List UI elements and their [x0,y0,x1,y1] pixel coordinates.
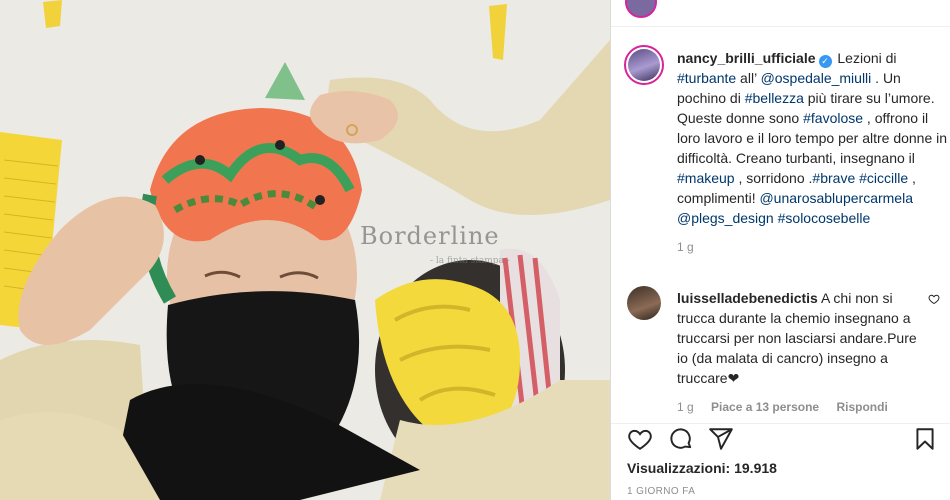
comment-likes[interactable]: Piace a 13 persone [711,400,819,414]
comments-area[interactable]: nancy_brilli_ufficiale ✓ Lezioni di #turb… [611,27,950,423]
caption-segment: all’ [736,70,761,86]
comment-age[interactable]: 1 g [677,400,694,414]
comment-like-heart-icon[interactable] [928,293,940,305]
bookmark-icon[interactable] [912,426,938,452]
comment-row: luisselladebenedictis A chi non si trucc… [611,284,950,414]
watermark-text: Borderline [360,222,500,250]
views-value: 19.918 [734,460,777,476]
caption-age[interactable]: 1 g [677,240,694,254]
caption-link[interactable]: #brave [812,170,855,186]
caption-link[interactable]: #ciccille [859,170,908,186]
caption-link[interactable]: @ospedale_miulli [761,70,872,86]
author-username[interactable]: nancy_brilli_ufficiale [677,50,816,66]
caption-link[interactable]: @plegs_design [677,210,774,226]
commenter-username[interactable]: luisselladebenedictis [677,290,818,306]
commenter-avatar[interactable] [627,286,661,320]
author-avatar[interactable] [624,45,664,85]
comment-icon[interactable] [668,426,694,452]
paper-plane-icon[interactable] [708,426,734,452]
caption-link[interactable]: #solocosebelle [778,210,871,226]
post-video[interactable]: Borderline - la finta stampa - [0,0,610,500]
caption-meta: 1 g [677,240,931,254]
action-bar: Visualizzazioni: 19.918 1 GIORNO FA [611,423,950,500]
header-avatar[interactable] [625,0,657,18]
caption-link[interactable]: #turbante [677,70,736,86]
watermark-subtext: - la finta stampa - [430,256,510,266]
caption-segment: Lezioni di [833,50,897,66]
caption-text: nancy_brilli_ufficiale ✓ Lezioni di #turb… [677,27,950,228]
header-strip [611,0,950,27]
instagram-post-view: Borderline - la finta stampa - nancy_bri… [0,0,950,500]
comment-meta: 1 g Piace a 13 persone Rispondi [611,400,950,414]
post-date[interactable]: 1 GIORNO FA [627,486,695,497]
verified-badge-icon: ✓ [818,55,832,68]
post-side-panel: nancy_brilli_ufficiale ✓ Lezioni di #turb… [610,0,950,500]
caption-row: nancy_brilli_ufficiale ✓ Lezioni di #turb… [611,27,950,254]
views-label: Visualizzazioni: [627,460,735,476]
caption-link[interactable]: @unarosablupercarmela [759,190,913,206]
caption-link[interactable]: #favolose [803,110,863,126]
reply-button[interactable]: Rispondi [836,400,887,414]
caption-link[interactable]: #makeup [677,170,735,186]
caption-segment: , sorridono . [734,170,813,186]
caption-body: Lezioni di #turbante all’ @ospedale_miul… [677,50,947,226]
views-count[interactable]: Visualizzazioni: 19.918 [627,460,777,476]
heart-icon[interactable] [627,426,653,452]
video-frame-illustration [0,0,610,500]
caption-link[interactable]: #bellezza [745,90,804,106]
